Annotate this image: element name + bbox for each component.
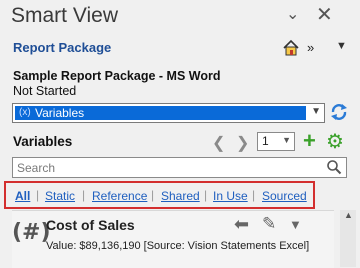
document-status: Not Started (13, 84, 77, 98)
page-number-value: 1 (262, 134, 269, 148)
filter-sourced[interactable]: Sourced (262, 189, 307, 203)
chevron-down-icon[interactable]: ▼ (311, 106, 321, 117)
filter-separator: | (252, 188, 256, 202)
filter-reference[interactable]: Reference (92, 189, 147, 203)
view-select-label: Variables (35, 106, 85, 120)
filter-all[interactable]: All (15, 189, 30, 203)
filter-separator: | (82, 188, 86, 202)
filter-separator: | (36, 188, 40, 202)
filter-separator: | (151, 188, 155, 202)
page-number-select[interactable]: 1 ▼ (257, 132, 295, 151)
search-box[interactable] (12, 157, 347, 178)
variable-name: Cost of Sales (46, 217, 135, 233)
filter-shared[interactable]: Shared (161, 189, 200, 203)
panel-menu-icon[interactable]: ▼ (336, 40, 347, 52)
filter-separator: | (204, 188, 208, 202)
search-input[interactable] (17, 159, 317, 176)
next-page-icon[interactable]: ❯ (236, 133, 249, 153)
add-icon[interactable]: + (303, 130, 316, 152)
home-icon[interactable] (282, 39, 300, 57)
filter-static[interactable]: Static (45, 189, 75, 203)
close-icon[interactable]: ✕ (316, 2, 333, 27)
previous-page-icon[interactable]: ❮ (212, 133, 225, 153)
scroll-up-icon[interactable]: ▲ (344, 210, 353, 220)
pencil-icon[interactable]: ✎ (262, 214, 276, 234)
chevron-down-icon: ▼ (282, 135, 291, 145)
document-name: Sample Report Package - MS Word (13, 69, 221, 83)
number-variable-icon: (#) (12, 220, 51, 245)
chevron-down-icon[interactable]: ⌄ (286, 4, 299, 24)
variable-value: Value: $89,136,190 [Source: Vision State… (46, 240, 310, 252)
chevron-down-icon[interactable]: ▼ (289, 217, 302, 232)
app-title: Smart View (11, 4, 118, 27)
navigation-arrows-icon[interactable]: » (307, 40, 315, 55)
refresh-icon[interactable] (328, 101, 350, 123)
arrow-left-icon[interactable]: ⬅ (234, 214, 249, 235)
filter-in-use[interactable]: In Use (213, 189, 248, 203)
view-select-value: (x) Variables (15, 106, 306, 120)
title-bar: Smart View ⌄ ✕ (0, 0, 360, 34)
variable-icon: (x) (19, 107, 31, 118)
view-select[interactable]: (x) Variables ▼ (12, 103, 325, 123)
search-icon[interactable] (326, 159, 342, 175)
filter-bar: All | Static | Reference | Shared | In U… (4, 181, 315, 209)
gear-icon[interactable]: ⚙ (326, 131, 344, 153)
variables-section-label: Variables (13, 134, 73, 149)
report-package-link[interactable]: Report Package (13, 40, 111, 55)
